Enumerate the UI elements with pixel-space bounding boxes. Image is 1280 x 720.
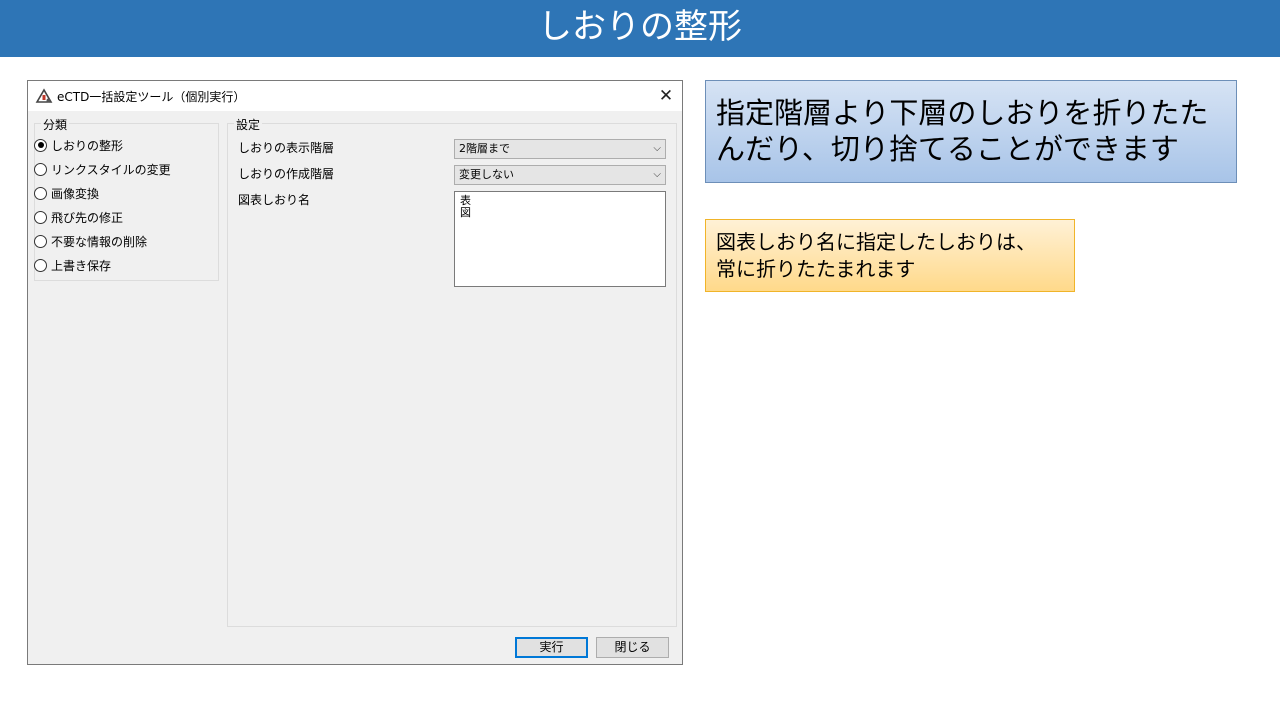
textarea-line: 図 [460, 206, 471, 219]
textarea-line: 表 [460, 194, 471, 207]
radio-label: 画像変換 [51, 186, 100, 201]
window-title: eCTD一括設定ツール（個別実行） [57, 90, 246, 104]
orange-callout: 図表しおり名に指定したしおりは、 常に折りたたまれます [705, 219, 1075, 292]
slide-title: しおりの整形 [0, 0, 1280, 57]
callout-line: 常に折りたたまれます [716, 257, 916, 281]
callout-line: 図表しおり名に指定したしおりは、 [716, 230, 1036, 254]
radio-icon[interactable] [34, 258, 47, 272]
radio-bookmark-format[interactable]: しおりの整形 [34, 136, 123, 154]
figure-bookmark-label: 図表しおり名 [238, 193, 311, 207]
blue-callout: 指定階層より下層のしおりを折りたた んだり、切り捨てることができます [705, 80, 1237, 183]
category-group-label: 分類 [41, 116, 70, 133]
radio-icon[interactable] [34, 234, 47, 248]
radio-overwrite-save[interactable]: 上書き保存 [34, 256, 111, 274]
radio-icon[interactable] [34, 186, 47, 200]
settings-dialog: eCTD一括設定ツール（個別実行） ✕ 分類 しおりの整形 リンクスタイルの変更… [27, 80, 683, 665]
radio-label: リンクスタイルの変更 [51, 162, 171, 177]
radio-label: 不要な情報の削除 [51, 234, 148, 249]
radio-link-target-fix[interactable]: 飛び先の修正 [34, 208, 123, 226]
create-level-label: しおりの作成階層 [238, 167, 335, 181]
figure-bookmark-textarea[interactable]: 表 図 [454, 191, 666, 287]
radio-icon[interactable] [34, 210, 47, 224]
radio-image-convert[interactable]: 画像変換 [34, 184, 99, 202]
display-level-value: 2階層まで [459, 142, 510, 155]
display-level-select[interactable]: 2階層まで ⌵ [454, 139, 666, 159]
create-level-value: 変更しない [459, 168, 514, 181]
close-icon[interactable]: ✕ [650, 81, 682, 111]
run-button[interactable]: 実行 [515, 637, 588, 658]
radio-label: しおりの整形 [51, 138, 124, 153]
title-bar: eCTD一括設定ツール（個別実行） ✕ [28, 81, 682, 111]
chevron-down-icon: ⌵ [653, 169, 661, 180]
radio-link-style[interactable]: リンクスタイルの変更 [34, 160, 171, 178]
radio-label: 飛び先の修正 [51, 210, 124, 225]
display-level-label: しおりの表示階層 [238, 141, 335, 155]
create-level-select[interactable]: 変更しない ⌵ [454, 165, 666, 185]
radio-label: 上書き保存 [51, 258, 112, 273]
settings-group-label: 設定 [234, 116, 263, 133]
radio-remove-info[interactable]: 不要な情報の削除 [34, 232, 147, 250]
chevron-down-icon: ⌵ [653, 143, 661, 154]
close-button[interactable]: 閉じる [596, 637, 669, 658]
callout-line: んだり、切り捨てることができます [716, 132, 1179, 166]
app-icon [35, 88, 53, 103]
radio-checked-icon[interactable] [34, 138, 47, 152]
radio-icon[interactable] [34, 162, 47, 176]
callout-line: 指定階層より下層のしおりを折りたた [716, 96, 1209, 130]
